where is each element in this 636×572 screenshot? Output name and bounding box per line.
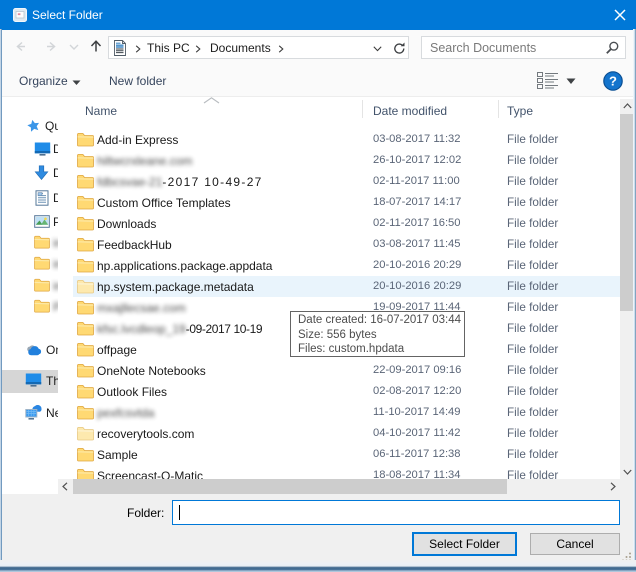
svg-text:?: ? <box>609 74 617 89</box>
